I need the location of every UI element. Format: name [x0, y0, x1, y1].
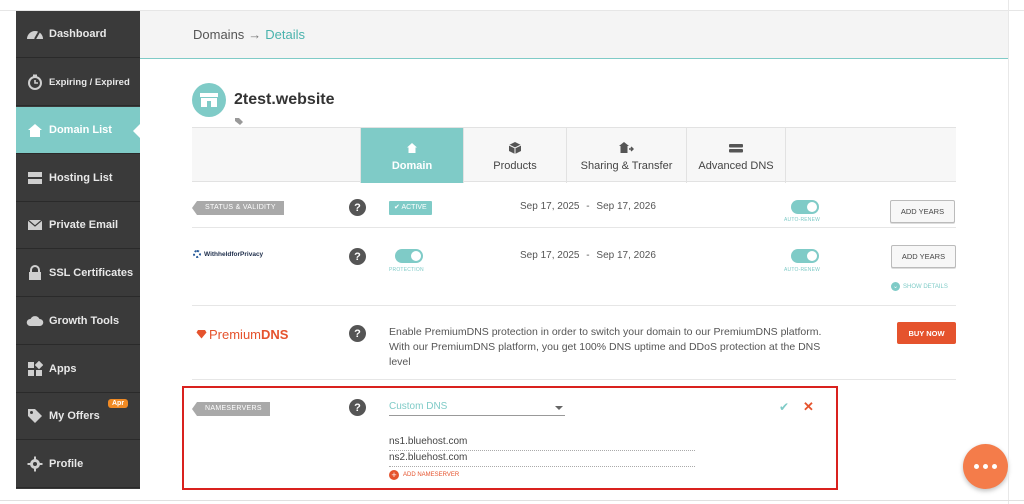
sidebar-item-ssl[interactable]: SSL Certificates — [16, 250, 140, 297]
start-date: Sep 17, 2025 — [520, 201, 580, 212]
protection-label: PROTECTION — [389, 267, 424, 273]
autorenew-label: AUTO-RENEW — [784, 217, 821, 223]
box-icon — [508, 140, 522, 156]
tab-sharing-transfer[interactable]: Sharing & Transfer — [566, 128, 686, 183]
show-details-text: SHOW DETAILS — [903, 283, 948, 290]
date-separator: - — [586, 250, 590, 261]
server-icon — [26, 169, 44, 187]
sidebar-item-domain-list[interactable]: Domain List — [16, 107, 140, 154]
help-icon[interactable]: ? — [349, 199, 366, 216]
chat-dot-icon — [992, 464, 997, 469]
envelope-icon — [26, 216, 44, 234]
offers-badge: Apr — [108, 399, 129, 408]
sidebar-item-label: Dashboard — [49, 28, 107, 40]
lock-icon — [26, 264, 44, 282]
sidebar-item-hosting-list[interactable]: Hosting List — [16, 155, 140, 202]
chat-button[interactable] — [963, 444, 1008, 489]
sidebar-item-apps[interactable]: Apps — [16, 346, 140, 393]
tag-icon — [26, 407, 44, 425]
sidebar-item-expiring[interactable]: Expiring / Expired — [16, 59, 140, 106]
protection-toggle[interactable] — [395, 249, 423, 263]
sidebar-item-label: Expiring / Expired — [49, 76, 130, 88]
sidebar-item-label: Private Email — [49, 219, 119, 231]
autorenew-label: AUTO-RENEW — [784, 267, 821, 273]
status-badge-text: ACTIVE — [401, 204, 427, 211]
status-row: STATUS & VALIDITY ? ✔ ACTIVE Sep 17, 202… — [192, 183, 956, 228]
autorenew-toggle[interactable] — [791, 249, 819, 263]
privacy-brand-text: WithheldforPrivacy — [204, 250, 264, 258]
premium-dns-row: Premium DNS ? Enable PremiumDNS protectio… — [192, 307, 956, 380]
tab-domain[interactable]: Domain — [360, 128, 463, 183]
sidebar-item-growth-tools[interactable]: Growth Tools — [16, 298, 140, 345]
breadcrumb-current: Details — [265, 27, 306, 42]
tab-label: Advanced DNS — [698, 159, 774, 172]
gear-icon — [26, 455, 44, 473]
store-icon — [192, 83, 226, 117]
add-years-button[interactable]: ADD YEARS — [890, 200, 955, 223]
end-date: Sep 17, 2026 — [596, 250, 656, 261]
buy-now-button[interactable]: BUY NOW — [897, 322, 956, 344]
tab-label: Domain — [391, 159, 433, 172]
help-icon[interactable]: ? — [349, 248, 366, 265]
right-divider — [1008, 0, 1009, 504]
chevron-down-icon: ⌄ — [891, 282, 900, 291]
privacy-logo-icon — [193, 250, 201, 258]
cloud-icon — [26, 312, 44, 330]
sidebar-item-profile[interactable]: Profile — [16, 441, 140, 488]
sidebar-item-label: SSL Certificates — [49, 267, 134, 279]
transfer-icon — [618, 140, 635, 156]
status-badge: ✔ ACTIVE — [389, 201, 432, 215]
privacy-brand: WithheldforPrivacy — [193, 250, 263, 258]
highlight-annotation — [182, 386, 838, 490]
breadcrumb-separator: → — [248, 27, 262, 42]
domain-header: 2test.website — [192, 83, 334, 117]
end-date: Sep 17, 2026 — [596, 201, 656, 212]
gauge-icon — [26, 25, 44, 43]
sidebar-item-label: Growth Tools — [49, 315, 120, 327]
show-details-link[interactable]: ⌄ SHOW DETAILS — [891, 282, 948, 291]
help-icon[interactable]: ? — [349, 325, 366, 342]
add-years-button[interactable]: ADD YEARS — [891, 245, 956, 268]
chat-dot-icon — [983, 464, 988, 469]
tab-bar: Domain Products Sharing & Transfer Advan… — [192, 127, 956, 183]
tab-label: Sharing & Transfer — [580, 159, 673, 172]
top-bar — [0, 0, 1024, 11]
home-icon — [406, 140, 418, 156]
dns-server-icon — [728, 140, 744, 156]
diamond-icon — [196, 327, 207, 342]
clock-icon — [26, 73, 44, 91]
sidebar-item-private-email[interactable]: Private Email — [16, 202, 140, 249]
sidebar-item-label: Domain List — [49, 124, 112, 136]
sidebar-item-label: Hosting List — [49, 172, 113, 184]
domain-name: 2test.website — [234, 91, 335, 108]
apps-icon — [26, 360, 44, 378]
tab-label: Products — [493, 159, 537, 172]
premium-dns-description: Enable PremiumDNS protection in order to… — [389, 326, 822, 368]
sidebar-item-label: My Offers — [49, 410, 100, 422]
home-icon — [26, 121, 44, 139]
autorenew-toggle[interactable] — [791, 200, 819, 214]
privacy-dates: Sep 17, 2025 - Sep 17, 2026 — [520, 250, 656, 261]
sidebar-item-label: Apps — [49, 363, 77, 375]
privacy-row: WithheldforPrivacy ? PROTECTION Sep 17, … — [192, 229, 956, 306]
breadcrumb-root[interactable]: Domains — [193, 27, 244, 42]
sidebar-item-label: Profile — [49, 458, 84, 470]
date-separator: - — [586, 201, 590, 212]
tab-products[interactable]: Products — [463, 128, 566, 183]
app-window: Dashboard Expiring / Expired Domain List… — [0, 0, 1024, 504]
sidebar-item-my-offers[interactable]: My Offers Apr — [16, 393, 140, 440]
bottom-divider — [0, 500, 1024, 501]
breadcrumb: Domains → Details — [140, 11, 1008, 59]
status-label: STATUS & VALIDITY — [192, 201, 284, 215]
premium-brand-suffix: DNS — [261, 327, 289, 342]
sidebar: Dashboard Expiring / Expired Domain List… — [16, 11, 140, 489]
tab-advanced-dns[interactable]: Advanced DNS — [686, 128, 786, 183]
premium-brand-prefix: Premium — [209, 327, 262, 342]
chat-dot-icon — [974, 464, 979, 469]
sidebar-item-dashboard[interactable]: Dashboard — [16, 11, 140, 58]
start-date: Sep 17, 2025 — [520, 250, 580, 261]
validity-dates: Sep 17, 2025 - Sep 17, 2026 — [520, 201, 656, 212]
premium-dns-brand: Premium DNS — [196, 327, 288, 342]
